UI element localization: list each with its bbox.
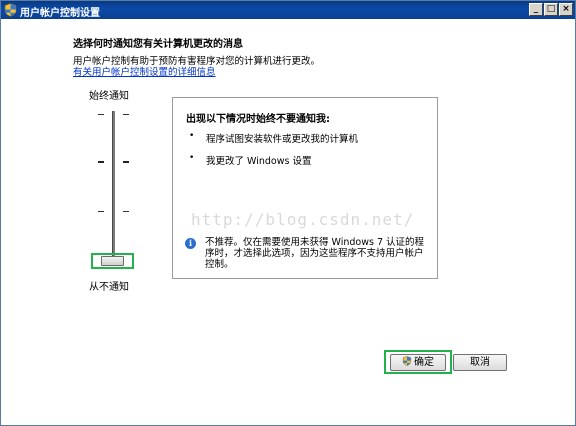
panel-note: 不推荐。仅在需要使用未获得 Windows 7 认证的程序时，才选择此选项，因为…: [205, 237, 425, 270]
window-title: 用户帐户控制设置: [20, 8, 100, 19]
watermark-text: http://blog.csdn.net/: [191, 210, 415, 229]
slider-label-never-notify: 从不通知: [89, 282, 129, 293]
slider-tick-left: [98, 161, 104, 163]
ok-button-label: 确定: [414, 357, 434, 368]
slider-label-always-notify: 始终通知: [89, 91, 129, 102]
slider-tick-right: [123, 211, 129, 212]
uac-details-link[interactable]: 有关用户帐户控制设置的详细信息: [73, 64, 216, 78]
slider-tick-left: [98, 211, 104, 212]
level-description-panel: 出现以下情况时始终不要通知我: • 程序试图安装软件或更改我的计算机 • 我更改…: [172, 97, 438, 279]
slider-tick-right: [123, 114, 129, 115]
uac-settings-window: 用户帐户控制设置 _ □ × 选择何时通知您有关计算机更改的消息 用户帐户控制有…: [0, 0, 576, 426]
uac-shield-icon: [402, 356, 412, 366]
close-button[interactable]: ×: [559, 3, 573, 16]
panel-bullet-item: 我更改了 Windows 设置: [206, 156, 312, 167]
bullet-glyph: •: [189, 153, 195, 163]
title-bar[interactable]: 用户帐户控制设置 _ □ ×: [1, 1, 575, 19]
maximize-button[interactable]: □: [544, 3, 558, 16]
slider-thumb[interactable]: [101, 256, 124, 266]
uac-shield-icon: [4, 3, 17, 17]
cancel-button[interactable]: 取消: [453, 354, 507, 371]
slider-tick-left: [98, 114, 104, 115]
minimize-button[interactable]: _: [529, 3, 543, 16]
slider-tick-right: [123, 161, 129, 163]
panel-bullet-item: 程序试图安装软件或更改我的计算机: [206, 134, 359, 145]
slider-track[interactable]: [112, 111, 115, 263]
page-heading: 选择何时通知您有关计算机更改的消息: [73, 39, 243, 50]
info-icon: i: [185, 238, 196, 249]
bullet-glyph: •: [189, 131, 195, 141]
panel-title: 出现以下情况时始终不要通知我:: [186, 114, 330, 125]
ok-button[interactable]: 确定: [390, 354, 446, 371]
